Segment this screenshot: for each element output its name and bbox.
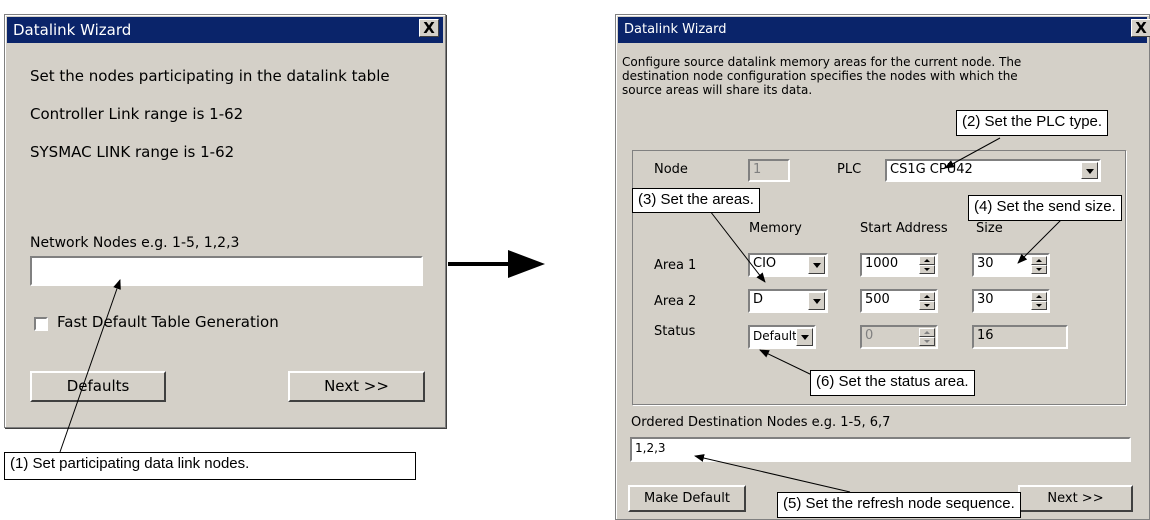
callout-2: (2) Set the PLC type. [956,110,1109,136]
callout2-leader [944,137,1001,169]
callout3-leader [709,210,766,283]
callout1-leader [59,279,121,453]
callout-1: (1) Set participating data link nodes. [4,452,416,480]
callout-4: (4) Set the send size. [968,195,1122,221]
callout-5: (5) Set the refresh node sequence. [777,492,1021,518]
transition-arrow-icon [448,250,545,278]
callout-3: (3) Set the areas. [632,188,760,213]
callout5-leader [694,454,851,493]
annotation-lines [59,137,1071,493]
callout-6: (6) Set the status area. [810,370,975,396]
callout6-leader [759,349,813,376]
